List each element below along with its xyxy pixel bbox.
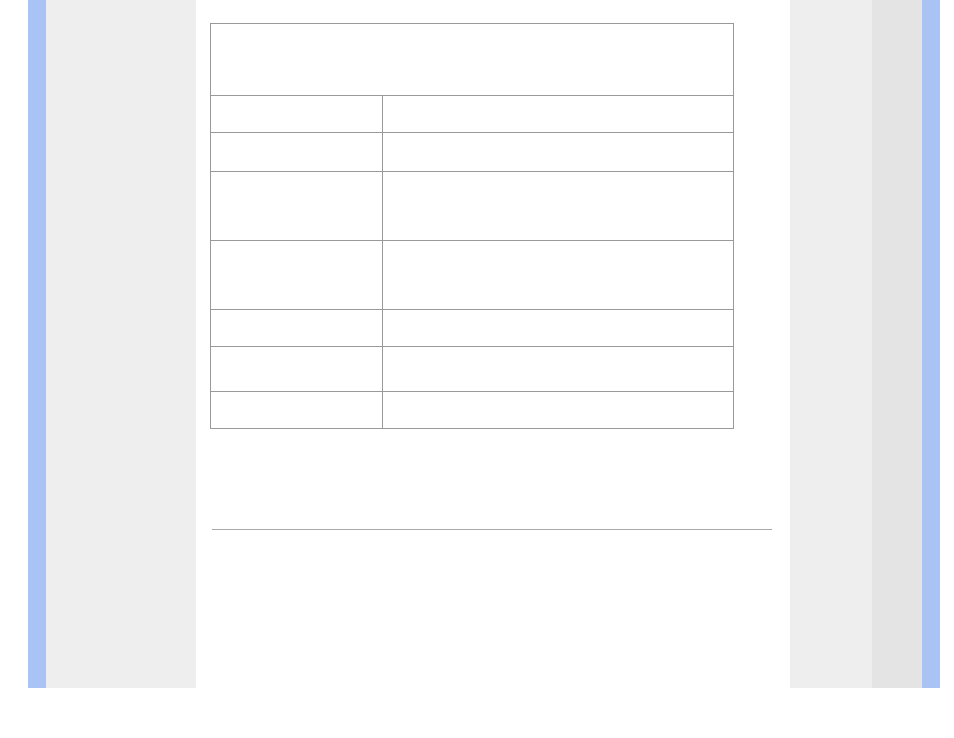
- table-cell-right: [383, 241, 734, 310]
- main-content: [210, 0, 774, 538]
- table-cell-left: [211, 392, 383, 429]
- table-cell-right: [383, 96, 734, 133]
- table-cell-right: [383, 347, 734, 392]
- table-cell-right: [383, 133, 734, 172]
- table-cell-left: [211, 96, 383, 133]
- table-cell-left: [211, 310, 383, 347]
- table-row: [211, 310, 734, 347]
- table-cell-left: [211, 241, 383, 310]
- table-header: [211, 24, 734, 96]
- section-separator: [212, 529, 772, 530]
- accent-bar-left: [28, 0, 46, 688]
- data-table: [210, 23, 734, 429]
- accent-bar-right: [922, 0, 940, 688]
- table-cell-left: [211, 347, 383, 392]
- table-cell-right: [383, 310, 734, 347]
- sidebar-left: [46, 0, 196, 688]
- table-row: [211, 392, 734, 429]
- table-cell-right: [383, 392, 734, 429]
- table-cell-left: [211, 133, 383, 172]
- table-row: [211, 172, 734, 241]
- table-row: [211, 96, 734, 133]
- table-cell-right: [383, 172, 734, 241]
- table-row: [211, 347, 734, 392]
- table-cell-left: [211, 172, 383, 241]
- table-row: [211, 241, 734, 310]
- page-root: [0, 0, 954, 738]
- table-row: [211, 133, 734, 172]
- sidebar-right-accent: [872, 0, 922, 688]
